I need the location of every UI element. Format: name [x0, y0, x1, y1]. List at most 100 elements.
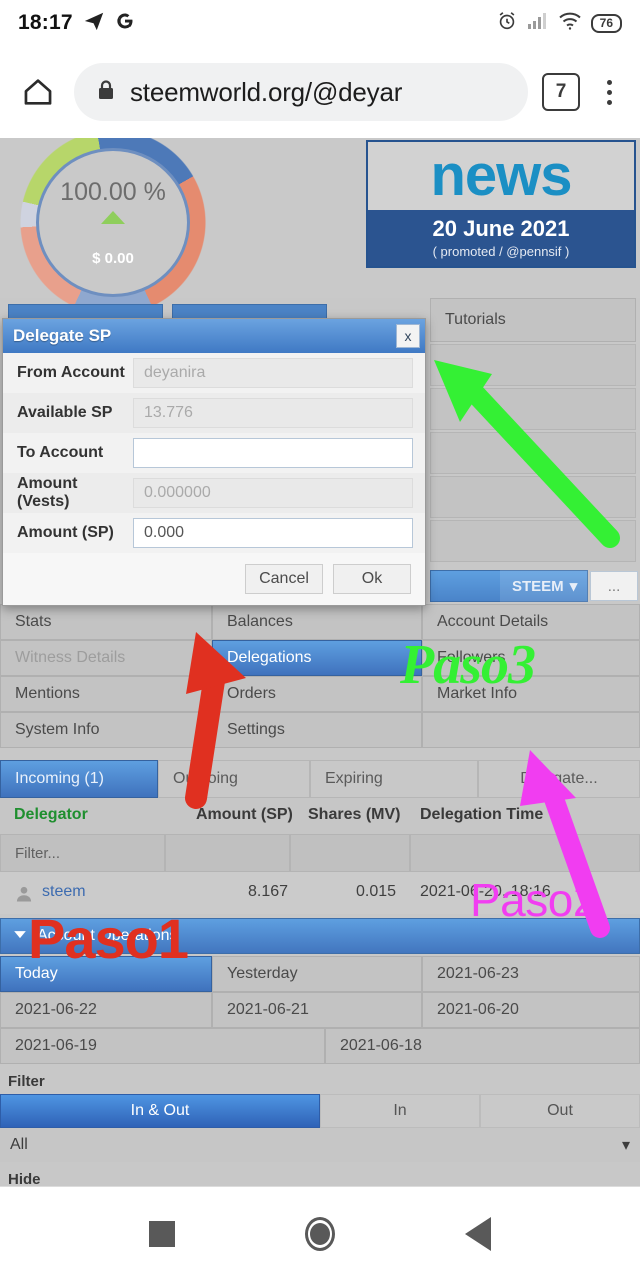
user-avatar-icon: [14, 884, 34, 909]
menu-item-account-details[interactable]: Account Details: [422, 604, 640, 640]
account-menu-grid: Stats Balances Account Details Witness D…: [0, 604, 640, 748]
filter-in[interactable]: In: [320, 1094, 480, 1128]
currency-label: STEEM: [512, 577, 564, 595]
menu-item-balances[interactable]: Balances: [212, 604, 422, 640]
filter-cell-shares[interactable]: [290, 834, 410, 872]
menu-item-followers[interactable]: Followers: [422, 640, 640, 676]
amount-sp-input[interactable]: 0.000: [133, 518, 413, 548]
field-row-from-account: From Account deyanira: [3, 353, 425, 393]
more-options-button[interactable]: ...: [590, 571, 638, 601]
menu-item-mentions[interactable]: Mentions: [0, 676, 212, 712]
dialog-title: Delegate SP: [13, 326, 112, 345]
column-delegation-time: Delegation Time: [420, 806, 544, 823]
amount-sp-label: Amount (SP): [17, 524, 114, 541]
alarm-icon: [496, 10, 518, 37]
news-banner-date: 20 June 2021: [432, 216, 570, 241]
menu-item-delegations[interactable]: Delegations: [212, 640, 422, 676]
address-bar[interactable]: steemworld.org/@deyar: [74, 63, 528, 121]
hide-label: Hide: [8, 1170, 41, 1187]
filter-placeholder: Filter...: [15, 845, 61, 862]
menu-item-orders[interactable]: Orders: [212, 676, 422, 712]
date-yesterday[interactable]: Yesterday: [212, 956, 422, 992]
column-delegator: Delegator: [14, 806, 88, 823]
tutorials-button[interactable]: Tutorials: [430, 298, 636, 342]
operation-type-select[interactable]: All ▾: [0, 1128, 640, 1162]
amount-vests-input: 0.000000: [133, 478, 413, 508]
caret-down-icon: [13, 927, 27, 946]
delegate-sp-dialog: Delegate SP x From Account deyanira Avai…: [2, 318, 426, 606]
news-banner-subtitle: ( promoted / @pennsif ): [432, 244, 570, 259]
menu-item-stats[interactable]: Stats: [0, 604, 212, 640]
filter-cell-time[interactable]: [410, 834, 640, 872]
obscured-panel-4: [430, 476, 636, 518]
delegate-button[interactable]: Delegate...: [478, 760, 640, 798]
date-2021-06-21[interactable]: 2021-06-21: [212, 992, 422, 1028]
google-icon: [115, 11, 135, 36]
date-2021-06-23[interactable]: 2021-06-23: [422, 956, 640, 992]
account-operations-header[interactable]: Account Operations: [0, 918, 640, 954]
cancel-button[interactable]: Cancel: [245, 564, 323, 594]
status-bar-left: 18:17: [18, 10, 135, 37]
menu-item-settings[interactable]: Settings: [212, 712, 422, 748]
table-row[interactable]: steem 8.167 0.015 2021-06-20, 18:16: [0, 872, 640, 914]
date-row: Today Yesterday 2021-06-23: [0, 956, 640, 992]
news-banner-word: news: [430, 143, 572, 208]
delegation-tabs: Incoming (1) Outgoing Expiring Delegate.…: [0, 760, 640, 798]
menu-item-witness-details[interactable]: Witness Details: [0, 640, 212, 676]
cell-delegator[interactable]: steem: [42, 883, 86, 901]
delegation-table-header: Delegator Amount (SP) Shares (MV) Delega…: [0, 798, 640, 834]
triangle-back-icon[interactable]: [465, 1216, 491, 1251]
status-bar-right: 76: [496, 10, 622, 37]
voting-power-gauge: 100.00 % $ 0.00: [8, 138, 218, 325]
menu-item-system-info[interactable]: System Info: [0, 712, 212, 748]
ok-button[interactable]: Ok: [333, 564, 411, 594]
gauge-up-arrow-icon: [101, 211, 125, 224]
column-amount-sp: Amount (SP): [196, 806, 293, 823]
gauge-amount: $ 0.00: [92, 250, 134, 267]
browser-toolbar: steemworld.org/@deyar 7: [0, 46, 640, 138]
square-recents-icon[interactable]: [149, 1220, 175, 1247]
tab-expiring[interactable]: Expiring: [310, 760, 478, 798]
tab-outgoing[interactable]: Outgoing: [158, 760, 310, 798]
kebab-menu-icon[interactable]: [594, 79, 624, 105]
date-2021-06-22[interactable]: 2021-06-22: [0, 992, 212, 1028]
battery-indicator: 76: [590, 13, 622, 33]
cell-amount-sp: 8.167: [248, 883, 289, 900]
menu-item-empty: [422, 712, 640, 748]
hero-section: 100.00 % $ 0.00 news 20 June 2021 ( prom…: [0, 138, 640, 325]
cell-shares-mv: 0.015: [356, 883, 397, 900]
date-2021-06-20[interactable]: 2021-06-20: [422, 992, 640, 1028]
filter-cell-amount[interactable]: [165, 834, 290, 872]
menu-row: Stats Balances Account Details: [0, 604, 640, 640]
obscured-panel-3: [430, 432, 636, 474]
dialog-body: From Account deyanira Available SP 13.77…: [3, 353, 425, 553]
column-shares-mv: Shares (MV): [308, 806, 401, 823]
account-operations-caption: Account Operations: [37, 927, 178, 944]
tab-incoming[interactable]: Incoming (1): [0, 760, 158, 798]
currency-selector[interactable]: STEEM ▾: [500, 570, 588, 602]
filter-cell-delegator[interactable]: Filter...: [0, 834, 165, 872]
to-account-input[interactable]: [133, 438, 413, 468]
tab-count-button[interactable]: 7: [542, 73, 580, 111]
status-clock: 18:17: [18, 11, 73, 34]
from-account-label: From Account: [17, 364, 125, 381]
chevron-down-icon: ▾: [621, 1137, 630, 1154]
news-banner-head: news: [368, 142, 634, 210]
table-filter-row: Filter...: [0, 834, 640, 872]
operation-type-value: All: [10, 1136, 28, 1153]
filter-in-and-out[interactable]: In & Out: [0, 1094, 320, 1128]
date-2021-06-19[interactable]: 2021-06-19: [0, 1028, 325, 1064]
close-icon[interactable]: x: [396, 324, 420, 348]
circle-home-icon[interactable]: [305, 1216, 335, 1251]
date-row: 2021-06-19 2021-06-18: [0, 1028, 640, 1064]
date-2021-06-18[interactable]: 2021-06-18: [325, 1028, 640, 1064]
in-out-toggle-group: In & Out In Out: [0, 1094, 640, 1128]
news-banner[interactable]: news 20 June 2021 ( promoted / @pennsif …: [366, 140, 636, 268]
home-icon[interactable]: [16, 70, 60, 114]
dialog-footer: Cancel Ok: [3, 553, 425, 605]
gauge-inner: 100.00 % $ 0.00: [36, 148, 190, 297]
filter-out[interactable]: Out: [480, 1094, 640, 1128]
menu-item-market-info[interactable]: Market Info: [422, 676, 640, 712]
date-today[interactable]: Today: [0, 956, 212, 992]
web-page-viewport: 100.00 % $ 0.00 news 20 June 2021 ( prom…: [0, 138, 640, 1186]
